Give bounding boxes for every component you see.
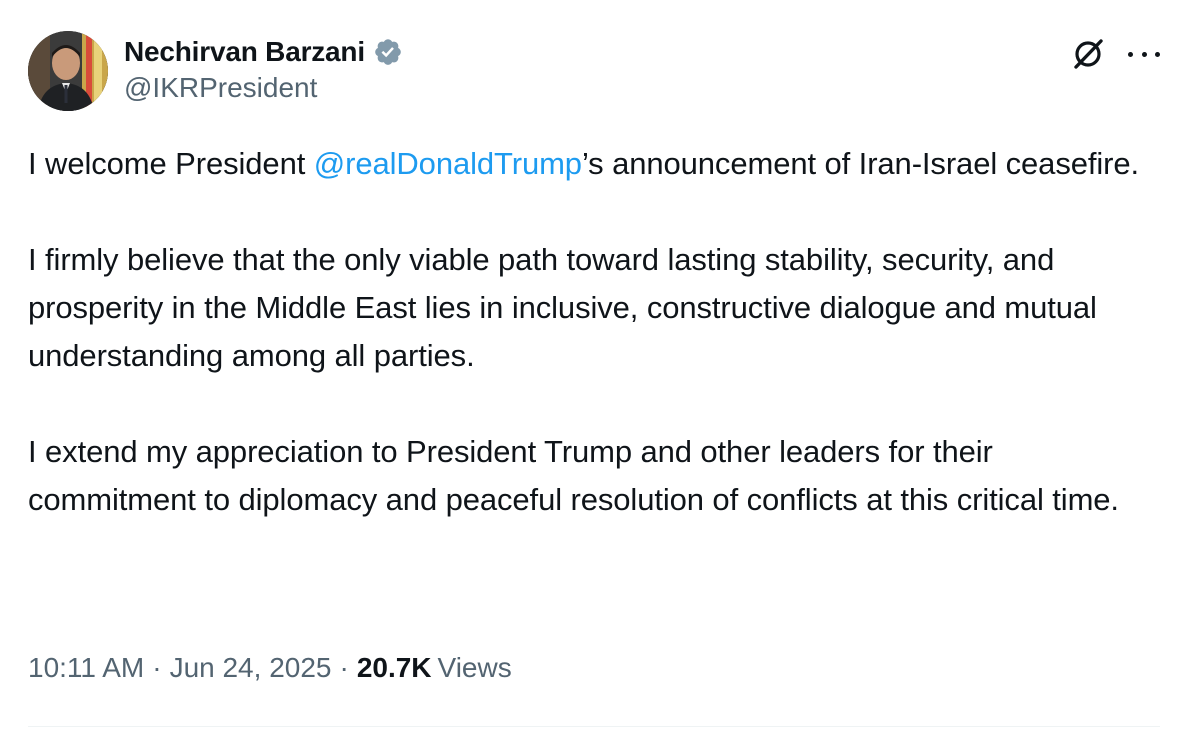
more-dot	[1128, 51, 1133, 57]
divider	[28, 726, 1160, 727]
author-display-name[interactable]: Nechirvan Barzani	[124, 36, 365, 68]
tweet-paragraph-1: I welcome President @realDonaldTrump’s a…	[28, 140, 1163, 188]
tweet-paragraph-3: I extend my appreciation to President Tr…	[28, 434, 1119, 517]
tweet-date[interactable]: Jun 24, 2025	[170, 652, 332, 684]
author-handle[interactable]: @IKRPresident	[124, 72, 403, 104]
tweet-text-segment: ’s announcement of Iran-Israel ceasefire…	[581, 146, 1140, 181]
more-horizontal-icon[interactable]	[1128, 36, 1160, 72]
tweet-time[interactable]: 10:11 AM	[28, 652, 144, 684]
meta-separator: ·	[339, 652, 349, 683]
tweet-body: I welcome President @realDonaldTrump’s a…	[28, 140, 1163, 572]
verified-badge-icon[interactable]	[373, 37, 403, 67]
more-dot	[1141, 51, 1147, 57]
views-count[interactable]: 20.7K	[357, 652, 432, 684]
meta-separator: ·	[152, 652, 162, 683]
avatar[interactable]	[28, 31, 108, 111]
tweet-actions-top	[1070, 36, 1160, 72]
name-row: Nechirvan Barzani	[124, 34, 403, 70]
mention-link[interactable]: @realDonaldTrump	[314, 146, 582, 181]
views-label: Views	[437, 652, 512, 683]
tweet-paragraph-2: I firmly believe that the only viable pa…	[28, 242, 1097, 373]
avatar-image	[28, 31, 108, 111]
more-dot	[1155, 51, 1160, 57]
tweet-card: Nechirvan Barzani @IKRPresident I welcom…	[0, 0, 1190, 730]
grok-slash-icon[interactable]	[1070, 36, 1106, 72]
tweet-text-segment: I welcome President	[28, 146, 314, 181]
author-header: Nechirvan Barzani @IKRPresident	[124, 34, 403, 104]
tweet-meta: 10:11 AM · Jun 24, 2025 · 20.7K Views	[28, 652, 512, 684]
